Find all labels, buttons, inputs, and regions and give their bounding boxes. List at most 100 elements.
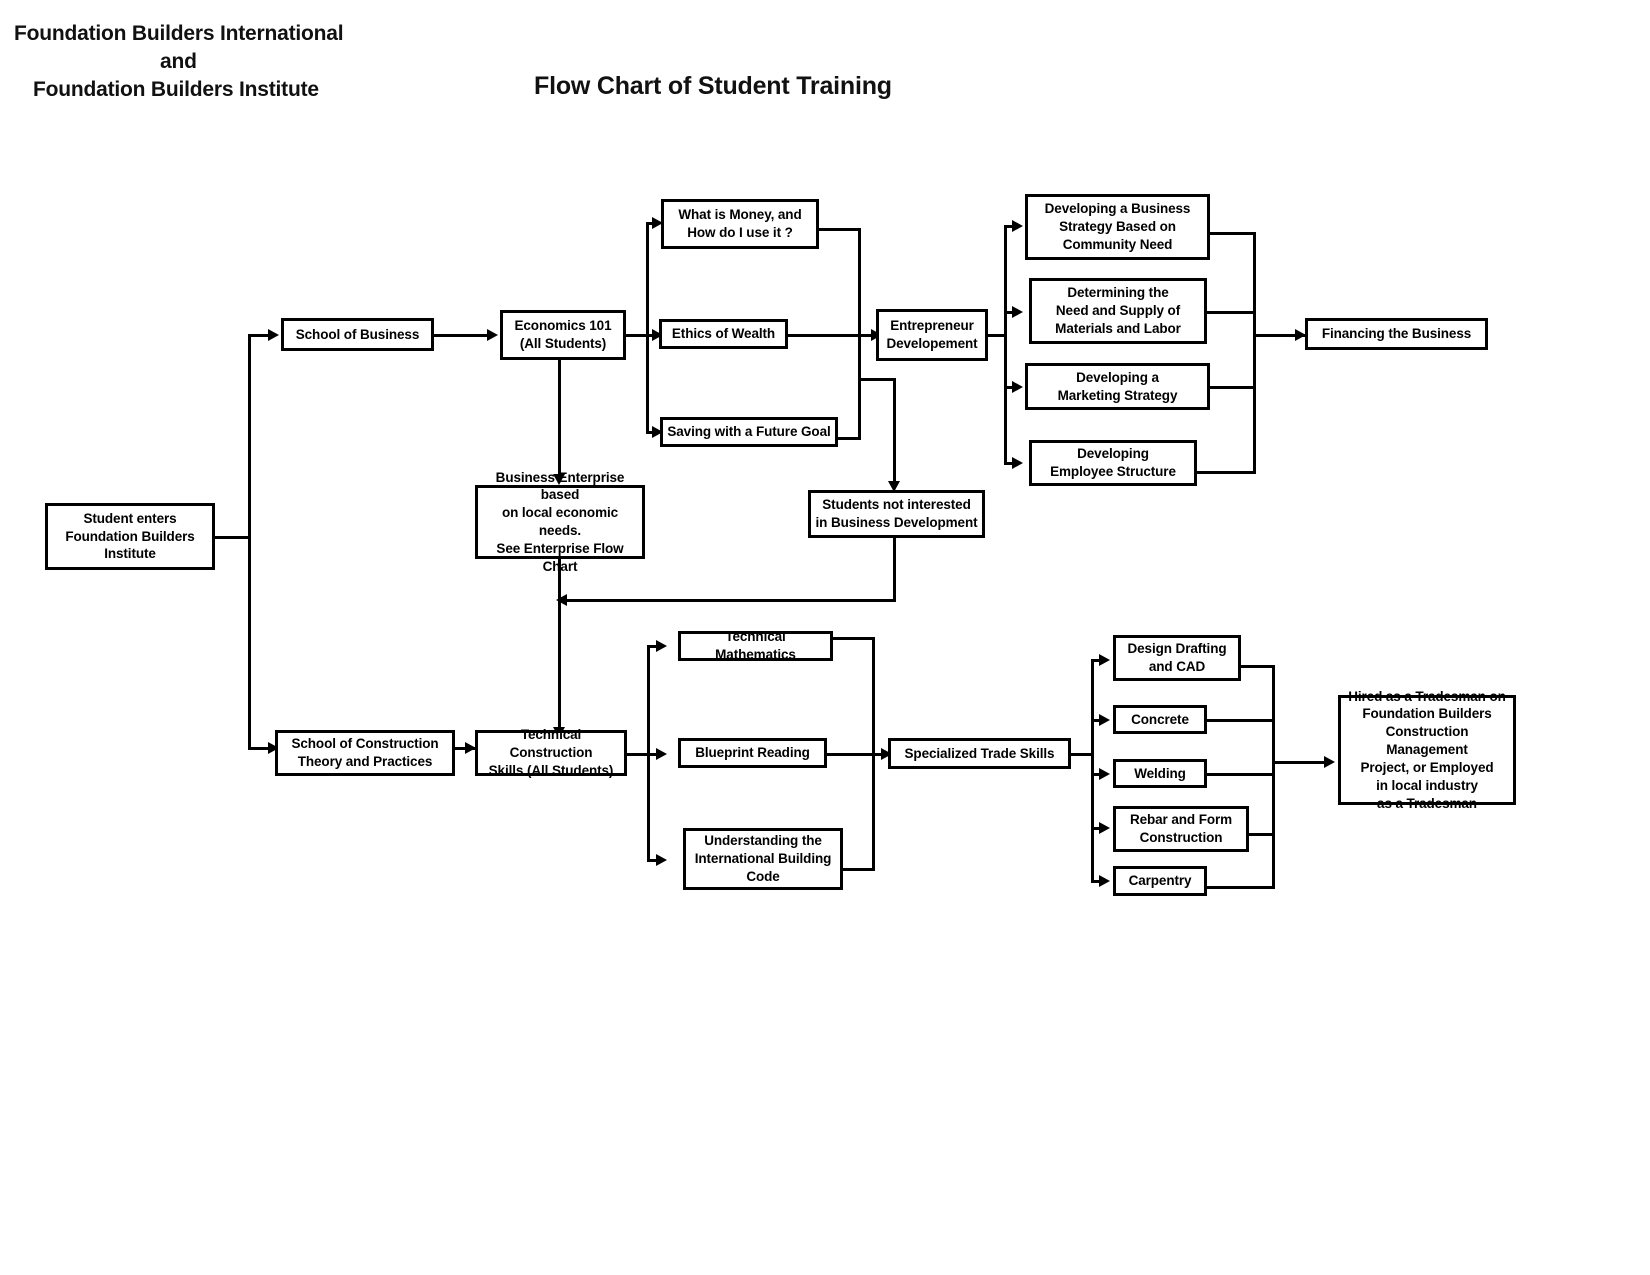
node-developing-employee-structure-line-1: Developing	[1077, 446, 1149, 462]
connector-collector-to-hired	[1272, 761, 1328, 764]
node-international-building-code-line-3: Code	[746, 868, 780, 884]
node-business-enterprise[interactable]: Business Enterprise based on local econo…	[475, 470, 645, 574]
connector-economics-fan-riser	[646, 222, 649, 434]
node-what-is-money-line-2: How do I use it ?	[687, 225, 793, 240]
node-hired-as-tradesman-line-3: Construction Management	[1385, 724, 1469, 758]
node-technical-construction-skills[interactable]: Technical Construction Skills (All Stude…	[475, 727, 627, 778]
node-technical-construction-skills-line-2: Skills (All Students)	[488, 762, 614, 778]
arrow-to-marketing	[1012, 381, 1023, 393]
node-students-not-interested-line-2: in Business Development	[815, 515, 978, 530]
connector-enterprise-down	[558, 559, 561, 746]
node-specialized-trade-skills[interactable]: Specialized Trade Skills	[888, 738, 1071, 769]
node-business-enterprise-line-2: on local economic needs.	[501, 505, 619, 538]
node-design-drafting-cad-line-2: and CAD	[1148, 659, 1206, 674]
node-technical-mathematics[interactable]: Technical Mathematics	[678, 629, 833, 662]
node-economics-101[interactable]: Economics 101 (All Students)	[500, 310, 626, 360]
node-entrepreneur-development-line-1: Entrepreneur	[890, 318, 974, 334]
flowchart-canvas: Foundation Builders International and Fo…	[0, 0, 1650, 1275]
node-financing-the-business-label: Financing the Business	[1321, 326, 1472, 342]
organization-name-line-3: Foundation Builders Institute	[33, 78, 319, 101]
node-welding-label: Welding	[1134, 765, 1186, 781]
arrow-to-rebar	[1099, 822, 1110, 834]
node-economics-101-line-2: (All Students)	[519, 336, 607, 351]
node-design-drafting-cad-line-1: Design Drafting	[1127, 641, 1227, 657]
node-ethics-of-wealth[interactable]: Ethics of Wealth	[659, 319, 788, 349]
node-developing-marketing-strategy-line-1: Developing a	[1076, 369, 1159, 385]
node-hired-as-tradesman[interactable]: Hired as a Tradesman on Foundation Build…	[1338, 689, 1516, 811]
node-technical-mathematics-label: Technical Mathematics	[715, 629, 796, 662]
node-determining-materials-labor-line-2: Need and Supply of	[1055, 303, 1181, 319]
arrow-to-school-business	[268, 329, 279, 341]
connector-not-interested-left	[566, 599, 896, 602]
arrow-to-hired	[1324, 756, 1335, 768]
arrow-to-blueprint	[656, 748, 667, 760]
node-school-of-construction-line-2: Theory and Practices	[297, 754, 433, 769]
node-hired-as-tradesman-line-6: as a Tradesman	[1377, 795, 1477, 811]
node-student-enters[interactable]: Student enters Foundation Builders Insti…	[45, 503, 215, 570]
organization-name-line-2: and	[160, 50, 197, 73]
connector-tech-to-fan	[627, 753, 649, 756]
arrow-to-building-code	[656, 854, 667, 866]
connector-trunk-to-school-business	[248, 334, 270, 337]
node-rebar-form-construction-line-2: Construction	[1139, 830, 1223, 845]
node-international-building-code-line-2: International Building	[694, 851, 832, 867]
node-what-is-money[interactable]: What is Money, and How do I use it ?	[661, 199, 819, 249]
node-saving-future-goal[interactable]: Saving with a Future Goal	[660, 417, 838, 447]
connector-blueprint-to-trade-skills	[827, 753, 887, 756]
node-international-building-code[interactable]: Understanding the International Building…	[683, 828, 843, 890]
arrow-to-employee	[1012, 457, 1023, 469]
node-entrepreneur-development[interactable]: Entrepreneur Developement	[876, 309, 988, 361]
organization-name-line-1: Foundation Builders International	[14, 22, 344, 45]
connector-not-interested-down	[893, 537, 896, 601]
node-rebar-form-construction[interactable]: Rebar and Form Construction	[1113, 806, 1249, 852]
arrow-to-materials	[1012, 306, 1023, 318]
node-entrepreneur-development-line-2: Developement	[886, 336, 978, 351]
connector-concrete-to-collector	[1206, 719, 1275, 722]
node-developing-employee-structure[interactable]: Developing Employee Structure	[1029, 440, 1197, 486]
connector-merge-bus-lower	[858, 334, 861, 440]
node-students-not-interested-line-1: Students not interested	[822, 497, 971, 513]
connector-trades-fan-riser	[1091, 659, 1094, 882]
node-developing-business-strategy-line-2: Strategy Based on	[1059, 219, 1176, 235]
connector-business-fan-riser	[1004, 225, 1007, 463]
node-student-enters-line-2: Foundation Builders	[65, 528, 195, 544]
node-blueprint-reading[interactable]: Blueprint Reading	[678, 738, 827, 768]
node-concrete[interactable]: Concrete	[1113, 705, 1207, 734]
node-carpentry-label: Carpentry	[1128, 873, 1192, 889]
node-developing-employee-structure-line-2: Employee Structure	[1050, 464, 1176, 479]
node-developing-marketing-strategy-line-2: Marketing Strategy	[1057, 387, 1178, 403]
connector-employee-to-collector	[1196, 471, 1256, 474]
node-welding[interactable]: Welding	[1113, 759, 1207, 788]
node-students-not-interested[interactable]: Students not interested in Business Deve…	[808, 490, 985, 538]
node-ethics-of-wealth-label: Ethics of Wealth	[671, 326, 776, 342]
connector-money-to-merge	[818, 228, 861, 231]
node-business-enterprise-line-1: Business Enterprise based	[495, 469, 625, 503]
node-developing-business-strategy-line-1: Developing a Business	[1044, 201, 1191, 217]
node-rebar-form-construction-line-1: Rebar and Form	[1129, 812, 1233, 828]
node-international-building-code-line-1: Understanding the	[704, 833, 822, 849]
node-design-drafting-cad[interactable]: Design Drafting and CAD	[1113, 635, 1241, 681]
node-financing-the-business[interactable]: Financing the Business	[1305, 318, 1488, 350]
node-student-enters-line-3: Institute	[104, 546, 156, 562]
node-hired-as-tradesman-line-5: in local industry	[1376, 777, 1478, 793]
node-specialized-trade-skills-label: Specialized Trade Skills	[904, 745, 1055, 761]
arrow-to-carpentry	[1099, 875, 1110, 887]
connector-trades-collector-bus	[1272, 665, 1275, 886]
node-school-of-construction[interactable]: School of Construction Theory and Practi…	[275, 730, 455, 776]
connector-marketing-to-collector	[1209, 386, 1256, 389]
connector-trunk-vertical	[248, 334, 251, 750]
node-school-of-construction-line-1: School of Construction	[291, 736, 439, 752]
node-student-enters-line-1: Student enters	[83, 510, 177, 526]
node-determining-materials-labor[interactable]: Determining the Need and Supply of Mater…	[1029, 278, 1207, 344]
node-carpentry[interactable]: Carpentry	[1113, 866, 1207, 896]
node-developing-marketing-strategy[interactable]: Developing a Marketing Strategy	[1025, 363, 1210, 410]
connector-materials-to-collector	[1206, 311, 1256, 314]
node-developing-business-strategy[interactable]: Developing a Business Strategy Based on …	[1025, 194, 1210, 260]
node-school-of-business[interactable]: School of Business	[281, 318, 434, 351]
connector-economics-to-enterprise	[558, 360, 561, 478]
connector-tech-math-to-collector	[832, 637, 875, 640]
node-what-is-money-line-1: What is Money, and	[678, 207, 802, 223]
connector-merge-bus-upper	[858, 228, 861, 336]
arrow-to-tech-math	[656, 640, 667, 652]
connector-welding-to-collector	[1206, 773, 1275, 776]
